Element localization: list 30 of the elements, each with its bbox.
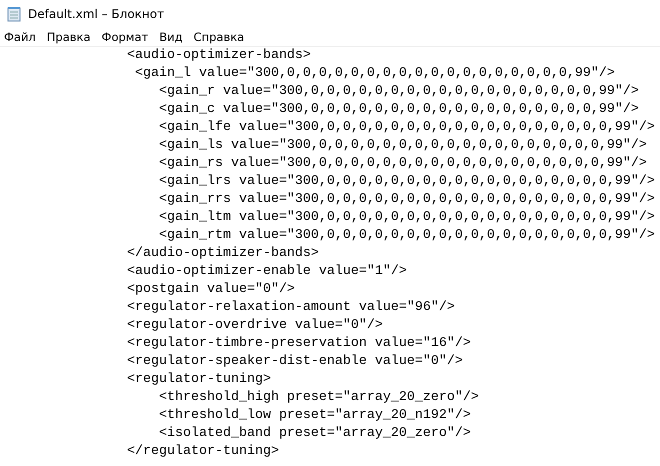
code-line: </audio-optimizer-bands> — [126, 245, 320, 263]
code-line: <regulator-timbre-preservation value="16"/> — [126, 335, 472, 353]
code-line: <threshold_high preset="array_20_zero"/> — [158, 389, 480, 407]
code-line: <gain_rrs value="300,0,0,0,0,0,0,0,0,0,0,0,0,0,0,0,0,0,0,99"/> — [158, 191, 656, 209]
notepad-icon — [6, 6, 22, 22]
code-line: <regulator-speaker-dist-enable value="0"/> — [126, 353, 464, 371]
code-line: <gain_c value="300,0,0,0,0,0,0,0,0,0,0,0,0,0,0,0,0,0,0,99"/> — [158, 101, 640, 119]
code-line: <regulator-overdrive value="0"/> — [126, 317, 384, 335]
code-line: <gain_lrs value="300,0,0,0,0,0,0,0,0,0,0,0,0,0,0,0,0,0,0,99"/> — [158, 173, 656, 191]
code-line: <gain_l value="300,0,0,0,0,0,0,0,0,0,0,0,0,0,0,0,0,0,0,99"/> — [134, 65, 616, 83]
menu-item[interactable]: Файл — [0, 30, 43, 44]
code-line: <gain_lfe value="300,0,0,0,0,0,0,0,0,0,0,0,0,0,0,0,0,0,0,99"/> — [158, 119, 656, 137]
code-line: <gain_ls value="300,0,0,0,0,0,0,0,0,0,0,0,0,0,0,0,0,0,0,99"/> — [158, 137, 648, 155]
window-title: Default.xml – Блокнот — [28, 7, 164, 21]
code-line: <regulator-tuning> — [126, 371, 272, 389]
code-line: <isolated_band preset="array_20_zero"/> — [158, 425, 472, 443]
code-line: <gain_rs value="300,0,0,0,0,0,0,0,0,0,0,0,0,0,0,0,0,0,0,99"/> — [158, 155, 648, 173]
code-line: <postgain value="0"/> — [126, 281, 296, 299]
code-line: <threshold_low preset="array_20_n192"/> — [158, 407, 472, 425]
menu-item[interactable]: Формат — [98, 30, 156, 44]
code-line: <gain_rtm value="300,0,0,0,0,0,0,0,0,0,0,0,0,0,0,0,0,0,0,99"/> — [158, 227, 656, 245]
code-line: <regulator-relaxation-amount value="96"/> — [126, 299, 456, 317]
code-line: <gain_ltm value="300,0,0,0,0,0,0,0,0,0,0,0,0,0,0,0,0,0,0,99"/> — [158, 209, 656, 227]
menu-item[interactable]: Вид — [155, 30, 190, 44]
code-line: <gain_r value="300,0,0,0,0,0,0,0,0,0,0,0,0,0,0,0,0,0,0,99"/> — [158, 83, 640, 101]
menu-item[interactable]: Правка — [42, 30, 98, 44]
code-line: <audio-optimizer-enable value="1"/> — [126, 263, 408, 281]
menu-item[interactable]: Справка — [190, 30, 252, 44]
code-line: <audio-optimizer-bands> — [126, 47, 312, 65]
code-line: </regulator-tuning> — [126, 443, 280, 461]
